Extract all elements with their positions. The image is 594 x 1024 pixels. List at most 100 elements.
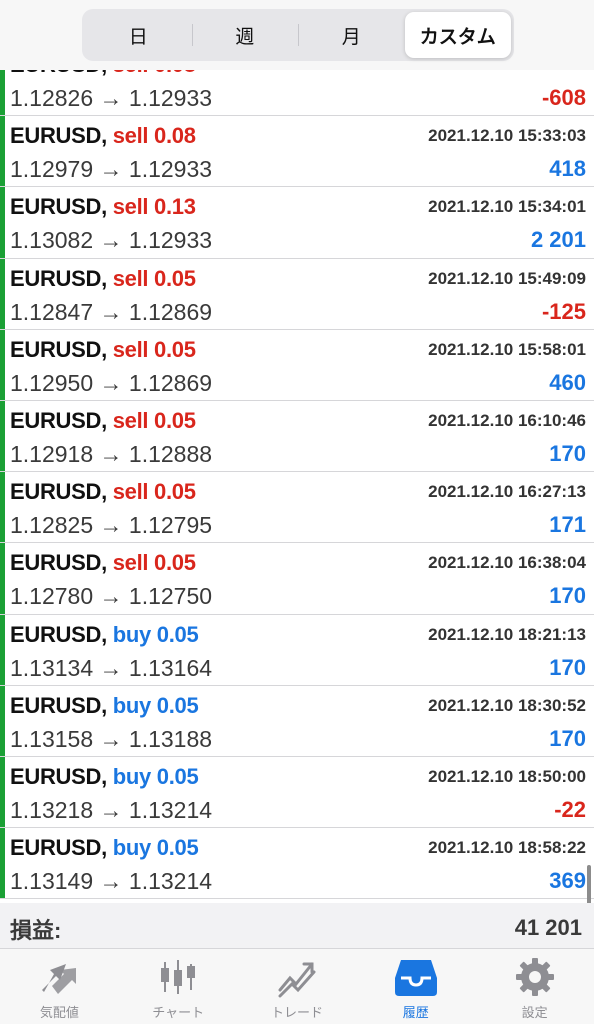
trade-side: sell 0.05	[112, 336, 196, 362]
trade-title: EURUSD, sell 0.05	[10, 266, 196, 292]
trade-prices: 1.12847 → 1.12869	[10, 298, 213, 325]
trade-title: EURUSD, sell 0.05	[10, 408, 196, 434]
row-marker	[0, 828, 5, 899]
trade-profit: 460	[549, 369, 586, 395]
trade-prices: 1.12918 → 1.12888	[10, 440, 213, 467]
trade-time: 2021.12.10 15:34:01	[428, 197, 586, 217]
trade-row[interactable]: EURUSD, buy 0.05 2021.12.10 18:58:22 1.131…	[0, 828, 594, 900]
trade-time: 2021.12.10 18:58:22	[428, 838, 586, 858]
scroll-indicator[interactable]	[587, 865, 591, 903]
trade-history-list[interactable]: EURUSD, sell 0.08 2021.12.10 15:31:11 1.12…	[0, 70, 594, 903]
trade-prices: 1.13149 → 1.13214	[10, 868, 213, 895]
trade-row[interactable]: EURUSD, sell 0.08 2021.12.10 15:31:11 1.12…	[0, 70, 594, 117]
row-marker	[0, 543, 5, 614]
tab-label: トレード	[270, 1006, 323, 1021]
tab-label: 設定	[521, 1006, 548, 1021]
trade-prices: 1.13218 → 1.13214	[10, 796, 213, 823]
trade-prices: 1.13082 → 1.12933	[10, 227, 213, 254]
tab-history[interactable]: 履歴	[356, 949, 475, 1024]
trade-row[interactable]: EURUSD, sell 0.08 2021.12.10 15:33:03 1.12…	[0, 116, 594, 188]
row-marker	[0, 116, 5, 187]
symbol: EURUSD,	[10, 336, 107, 362]
trade-side: sell 0.05	[112, 407, 196, 433]
trade-prices: 1.12979 → 1.12933	[10, 156, 213, 183]
trade-row[interactable]: EURUSD, buy 0.05 2021.12.10 18:21:13 1.131…	[0, 614, 594, 686]
trade-time: 2021.12.10 18:50:00	[428, 766, 586, 786]
trade-side: sell 0.05	[112, 265, 196, 291]
segment-day[interactable]: 日	[85, 12, 192, 58]
settings-icon	[515, 958, 554, 996]
trade-title: EURUSD, sell 0.13	[10, 194, 196, 220]
row-marker	[0, 258, 5, 329]
trade-title: EURUSD, sell 0.08	[10, 123, 196, 149]
trade-side: sell 0.05	[112, 550, 196, 576]
trade-title: EURUSD, sell 0.05	[10, 479, 196, 505]
trade-side: buy 0.05	[112, 835, 199, 861]
trade-row[interactable]: EURUSD, sell 0.05 2021.12.10 16:38:04 1.12…	[0, 543, 594, 615]
trade-time: 2021.12.10 16:38:04	[428, 553, 586, 573]
trade-title: EURUSD, buy 0.05	[10, 621, 199, 648]
symbol: EURUSD,	[10, 265, 107, 291]
trade-prices: 1.12950 → 1.12869	[10, 369, 213, 396]
trade-row[interactable]: EURUSD, sell 0.05 2021.12.10 16:10:46 1.12…	[0, 400, 594, 473]
tab-settings[interactable]: 設定	[475, 949, 594, 1024]
row-marker	[0, 472, 5, 543]
trade-prices: 1.12780 → 1.12750	[10, 583, 213, 610]
symbol: EURUSD,	[10, 407, 107, 433]
symbol: EURUSD,	[10, 479, 107, 505]
segment-week[interactable]: 週	[191, 12, 299, 58]
tab-trade[interactable]: トレード	[238, 949, 357, 1024]
trade-row[interactable]: EURUSD, buy 0.05 2021.12.10 18:30:52 1.131…	[0, 685, 594, 757]
segment-month[interactable]: 月	[298, 12, 405, 58]
trade-title: EURUSD, sell 0.08	[10, 70, 196, 78]
row-marker	[0, 400, 5, 472]
trade-time: 2021.12.10 15:49:09	[428, 268, 586, 288]
trade-profit: -22	[554, 796, 586, 822]
total-profit-value: 41 201	[514, 915, 582, 940]
trade-side: buy 0.05	[112, 692, 199, 718]
trade-time: 2021.12.10 15:58:01	[428, 339, 586, 359]
symbol: EURUSD,	[10, 70, 107, 77]
trade-side: sell 0.08	[112, 123, 196, 149]
trade-profit: 170	[549, 583, 586, 609]
tab-label: 履歴	[402, 1006, 429, 1021]
bottom-tab-bar: 気配値 チャート トレード 履歴 設定	[0, 949, 594, 1024]
tab-label: チャート	[152, 1006, 205, 1021]
trade-prices: 1.13158 → 1.13188	[10, 725, 213, 752]
trade-title: EURUSD, buy 0.05	[10, 692, 199, 719]
trade-profit: 418	[549, 156, 586, 182]
trade-prices: 1.13134 → 1.13164	[10, 654, 213, 681]
trade-profit: 2 201	[530, 227, 586, 253]
tab-quotes[interactable]: 気配値	[0, 949, 119, 1024]
trade-side: sell 0.13	[112, 194, 196, 220]
quotes-icon	[42, 964, 77, 994]
symbol: EURUSD,	[10, 194, 107, 220]
tab-chart[interactable]: チャート	[119, 949, 238, 1024]
trade-profit: 170	[549, 440, 586, 466]
trade-rows: EURUSD, sell 0.08 2021.12.10 15:31:11 1.12…	[0, 70, 594, 900]
symbol: EURUSD,	[10, 123, 107, 149]
trade-time: 2021.12.10 18:21:13	[428, 624, 586, 644]
trade-row[interactable]: EURUSD, sell 0.05 2021.12.10 16:27:13 1.12…	[0, 472, 594, 544]
symbol: EURUSD,	[10, 763, 107, 789]
trade-row[interactable]: EURUSD, buy 0.05 2021.12.10 18:50:00 1.132…	[0, 756, 594, 829]
trade-row[interactable]: EURUSD, sell 0.05 2021.12.10 15:49:09 1.12…	[0, 258, 594, 330]
trade-prices: 1.12825 → 1.12795	[10, 512, 213, 539]
total-profit-label: 損益:	[10, 918, 62, 943]
trade-profit: 170	[549, 725, 586, 751]
row-marker	[0, 685, 5, 756]
trade-row[interactable]: EURUSD, sell 0.13 2021.12.10 15:34:01 1.13…	[0, 187, 594, 259]
chart-icon	[161, 960, 196, 994]
segment-custom[interactable]: カスタム	[404, 12, 511, 58]
trade-row[interactable]: EURUSD, sell 0.05 2021.12.10 15:58:01 1.12…	[0, 329, 594, 401]
row-marker	[0, 187, 5, 258]
trade-profit: 171	[549, 512, 586, 538]
trade-side: buy 0.05	[112, 763, 199, 789]
row-marker	[0, 70, 5, 116]
trade-time: 2021.12.10 16:10:46	[428, 410, 586, 430]
tab-label: 気配値	[39, 1006, 79, 1021]
trade-side: sell 0.08	[113, 70, 196, 77]
trade-title: EURUSD, buy 0.05	[10, 835, 199, 861]
trade-side: buy 0.05	[112, 621, 199, 647]
trade-time: 2021.12.10 18:30:52	[428, 695, 586, 715]
